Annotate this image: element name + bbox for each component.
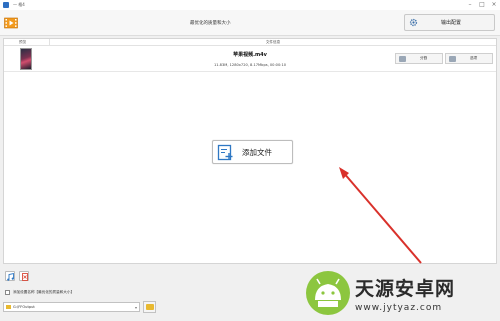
delete-icon[interactable]	[19, 271, 29, 281]
watermark-text: 天源安卓网 www.jytyaz.com	[355, 274, 455, 313]
toolbar: 最优化的质量和大小 输出配置	[0, 10, 500, 36]
watermark-url: www.jytyaz.com	[355, 302, 443, 313]
watermark: 天源安卓网 www.jytyaz.com	[305, 268, 497, 318]
add-file-button[interactable]: 添加文件	[212, 140, 293, 164]
file-list[interactable]: 预览 文件信息 苹果视频.m4v 11.83M, 1280x720, 8.17M…	[3, 38, 497, 264]
options-button[interactable]: 选项	[445, 53, 493, 64]
title-bar: 一 格4 – □ ×	[0, 0, 500, 10]
header-preview: 预览	[4, 39, 50, 45]
close-button[interactable]: ×	[488, 0, 500, 10]
open-folder-icon	[145, 304, 154, 310]
split-label: 分割	[420, 56, 428, 60]
browse-folder-button[interactable]	[143, 301, 156, 313]
output-folder-select[interactable]: G:\FFOutput ▾	[3, 302, 140, 312]
add-file-icon	[217, 144, 233, 160]
watermark-name: 天源安卓网	[355, 277, 456, 300]
append-setting-label: 添加设置名称【最优化的质量和大小】	[13, 290, 75, 294]
window-title: 一 格4	[13, 2, 25, 7]
list-header: 预览 文件信息	[4, 39, 496, 46]
maximize-button[interactable]: □	[476, 0, 488, 10]
append-setting-checkbox[interactable]	[5, 290, 10, 295]
bottom-icons	[5, 271, 29, 281]
options-label: 选项	[470, 56, 478, 60]
window-controls: – □ ×	[464, 0, 500, 10]
chevron-down-icon: ▾	[134, 304, 137, 310]
minimize-button[interactable]: –	[464, 0, 476, 10]
file-row[interactable]: 苹果视频.m4v 11.83M, 1280x720, 8.17Mbps, 00:…	[4, 46, 496, 72]
options-icon	[449, 55, 456, 62]
music-icon[interactable]	[5, 271, 15, 281]
app-icon	[3, 2, 9, 8]
add-file-label: 添加文件	[242, 147, 272, 157]
split-button[interactable]: 分割	[395, 53, 443, 64]
append-setting-name-option[interactable]: 添加设置名称【最优化的质量和大小】	[5, 290, 74, 295]
header-file-info: 文件信息	[265, 40, 281, 44]
output-settings-button[interactable]: 输出配置	[404, 14, 495, 31]
gear-icon	[409, 18, 418, 27]
android-logo-icon	[306, 271, 350, 315]
video-format-button[interactable]	[4, 16, 18, 30]
scissors-icon	[399, 55, 406, 62]
output-path: G:\FFOutput	[13, 305, 35, 309]
quality-profile-label: 最优化的质量和大小	[190, 21, 231, 26]
film-icon	[4, 17, 18, 29]
folder-icon	[6, 305, 11, 309]
output-settings-label: 输出配置	[441, 20, 462, 26]
